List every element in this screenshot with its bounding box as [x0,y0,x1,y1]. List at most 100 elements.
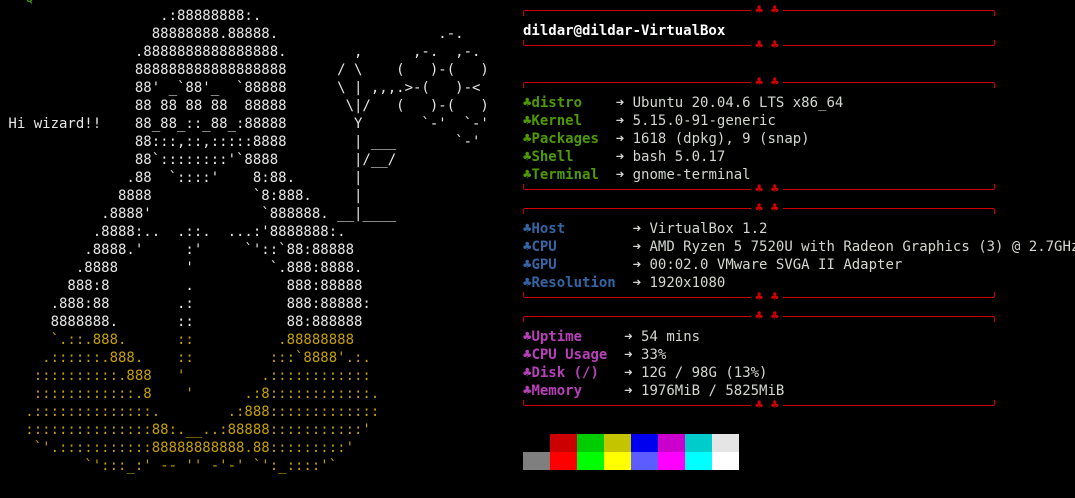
arrow-icon: ➜ [624,365,633,381]
info-row-shell: ♣Shell ➜ bash 5.0.17 [523,148,725,166]
info-key: ♣Terminal [523,167,599,183]
arrow-icon: ➜ [615,95,625,111]
info-key: ♣Kernel [523,113,583,129]
ascii-art-line: .8888888888888888. , ,-. ,-. [0,44,481,60]
info-row-packages: ♣Packages ➜ 1618 (dpkg), 9 (snap) [523,130,810,148]
palette-swatch [712,434,739,452]
ascii-art-line: .8888.' :' `'::`88:88888 [0,242,355,258]
info-value: 5.15.0-91-generic [632,113,776,129]
info-row-uptime: ♣Uptime ➜ 54 mins [523,328,700,346]
ascii-art-line: .::::::.888. :: :::`8888'.:. [0,350,371,366]
info-value: 1618 (dpkg), 9 (snap) [632,131,810,147]
club-icon: ♣ ♣ [751,183,783,196]
palette-swatch [631,434,658,452]
system-info-panel: ♣ ♣ dildar@dildar-VirtualBox ♣ ♣ ♣ ♣ ♣distro… [523,0,1075,498]
section-divider: ♣ ♣ [523,399,995,412]
arrow-icon: ➜ [632,257,642,273]
arrow-icon: ➜ [624,347,633,363]
info-value: 1976MiB / 5825MiB [641,383,785,399]
info-row-distro: ♣distro ➜ Ubuntu 20.04.6 LTS x86_64 [523,94,843,112]
arrow-icon: ➜ [624,383,633,399]
info-row-resolution: ♣Resolution ➜ 1920x1080 [523,274,725,292]
info-value: 1920x1080 [649,275,726,291]
ascii-art-line: ::::::::::.888 ' .:::::::::::: [0,368,371,384]
ascii-art-line: .888:88 .: 888:88888: [0,296,371,312]
arrow-icon: ➜ [632,275,642,291]
ascii-art-line: 88`::::::::'`8888 |/__/ [0,152,397,168]
arrow-icon: ➜ [632,221,642,237]
ascii-art-line: 888888888888888888 / \ ( )-( ) [0,62,489,78]
arrow-icon: ➜ [615,167,625,183]
ascii-art-line: 888:8 . 888:88888 [0,278,363,294]
ascii-art-logo: Q .:88888888:. 88888888.88888. .-. .8888… [0,0,500,498]
info-value: Ubuntu 20.04.6 LTS x86_64 [632,95,844,111]
palette-swatch [685,434,712,452]
section-divider: ♣ ♣ [523,39,995,52]
info-row-cpu: ♣CPU ➜ AMD Ryzen 5 7520U with Radeon Gra… [523,238,1075,256]
info-key: ♣Memory [523,383,583,399]
palette-swatch [577,434,604,452]
info-row-kernel: ♣Kernel ➜ 5.15.0-91-generic [523,112,776,130]
info-key: ♣Host [523,221,566,237]
club-icon: ♣ ♣ [751,399,783,412]
ascii-art-line: Hi wizard!! 88_88_::_88_:88888 Y `-' `-' [0,116,489,132]
palette-swatch [577,452,604,470]
info-row-disk: ♣Disk (/) ➜ 12G / 98G (13%) [523,364,767,382]
palette-swatch [631,452,658,470]
arrow-icon: ➜ [624,329,633,345]
ascii-art-line: .8888:.. .::. ...:'8888888:. [0,224,346,240]
info-value: 12G / 98G (13%) [641,365,768,381]
section-divider: ♣ ♣ [523,183,995,196]
arrow-icon: ➜ [615,131,625,147]
ascii-art-line: .:88888888:. [0,8,262,24]
ascii-art-line: 88888888.88888. .-. [0,26,464,42]
arrow-icon: ➜ [615,113,625,129]
info-key: ♣Disk (/) [523,365,599,381]
info-key: ♣Shell [523,149,574,165]
ascii-art-line: 88 88 88 88 88888 \|/ ( )-( ) [0,98,489,114]
info-value: gnome-terminal [632,167,751,183]
palette-swatch [658,434,685,452]
info-value: 33% [641,347,667,363]
info-row-cpu-usage: ♣CPU Usage ➜ 33% [523,346,666,364]
section-divider: ♣ ♣ [523,4,995,17]
info-key: ♣Packages [523,131,599,147]
ascii-art-line: `'.:::::::::::88888888888.88:::::::::' [0,440,355,456]
arrow-icon: ➜ [615,149,625,165]
palette-swatch [523,434,550,452]
info-value: VirtualBox 1.2 [649,221,768,237]
ascii-art-line: `':::_:' -- '' -'-' `':_::::'` [0,458,338,474]
ascii-art-line: ::::::::::::.8 ' .:8::::::::::::. [0,386,380,402]
info-row-host: ♣Host ➜ VirtualBox 1.2 [523,220,767,238]
info-row-terminal: ♣Terminal ➜ gnome-terminal [523,166,751,184]
club-icon: ♣ ♣ [751,202,783,215]
ascii-art-line: `.::.888. :: .88888888 [0,332,355,348]
ascii-art-line: 8888 `8:888. | [0,188,363,204]
user-host-title: dildar@dildar-VirtualBox [523,23,726,39]
arrow-icon: ➜ [632,239,642,255]
info-value: AMD Ryzen 5 7520U with Radeon Graphics (… [649,239,1075,255]
info-key: ♣CPU Usage [523,347,608,363]
ascii-art-line: 88' _`88'_ `88888 \ | ,,,.>-( )-< [0,80,481,96]
palette-swatch [712,452,739,470]
club-icon: ♣ ♣ [751,39,783,52]
info-key: ♣Resolution [523,275,616,291]
palette-swatch [550,452,577,470]
ascii-art-line: .8888' `888888. __|____ [0,206,397,222]
palette-swatch [604,452,631,470]
section-divider: ♣ ♣ [523,291,995,304]
club-icon: ♣ ♣ [751,291,783,304]
info-row-memory: ♣Memory ➜ 1976MiB / 5825MiB [523,382,784,400]
info-key: ♣distro [523,95,583,111]
info-value: 54 mins [641,329,701,345]
palette-swatch [658,452,685,470]
section-divider: ♣ ♣ [523,310,995,323]
ascii-art-line: 8888888. :: 88:888888 [0,314,363,330]
color-palette [523,434,739,470]
info-row-gpu: ♣GPU ➜ 00:02.0 VMware SVGA II Adapter [523,256,902,274]
club-icon: ♣ ♣ [751,310,783,323]
ascii-art-line: .88 `::::' 8:88. | [0,170,363,186]
ascii-art-line: 88:::,::,:::::8888 | ___ `-' [0,134,481,150]
section-divider: ♣ ♣ [523,202,995,215]
palette-swatch [550,434,577,452]
